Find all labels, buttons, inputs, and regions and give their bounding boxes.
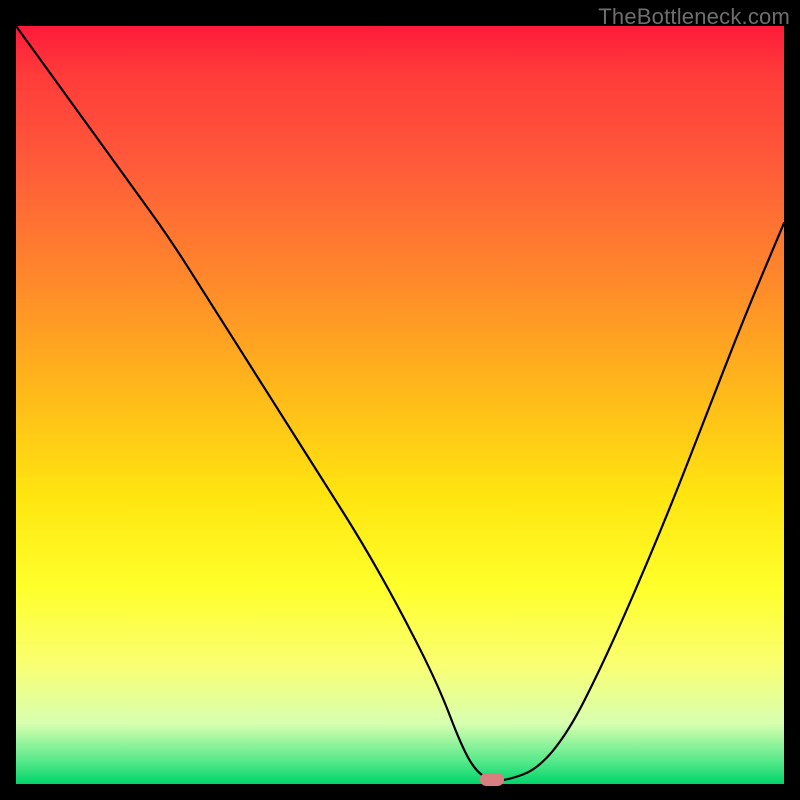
watermark-text: TheBottleneck.com: [598, 4, 790, 30]
chart-curve-svg: [16, 26, 784, 784]
optimal-point-marker: [480, 773, 504, 786]
chart-frame: TheBottleneck.com: [0, 0, 800, 800]
bottleneck-curve-path: [16, 26, 784, 780]
